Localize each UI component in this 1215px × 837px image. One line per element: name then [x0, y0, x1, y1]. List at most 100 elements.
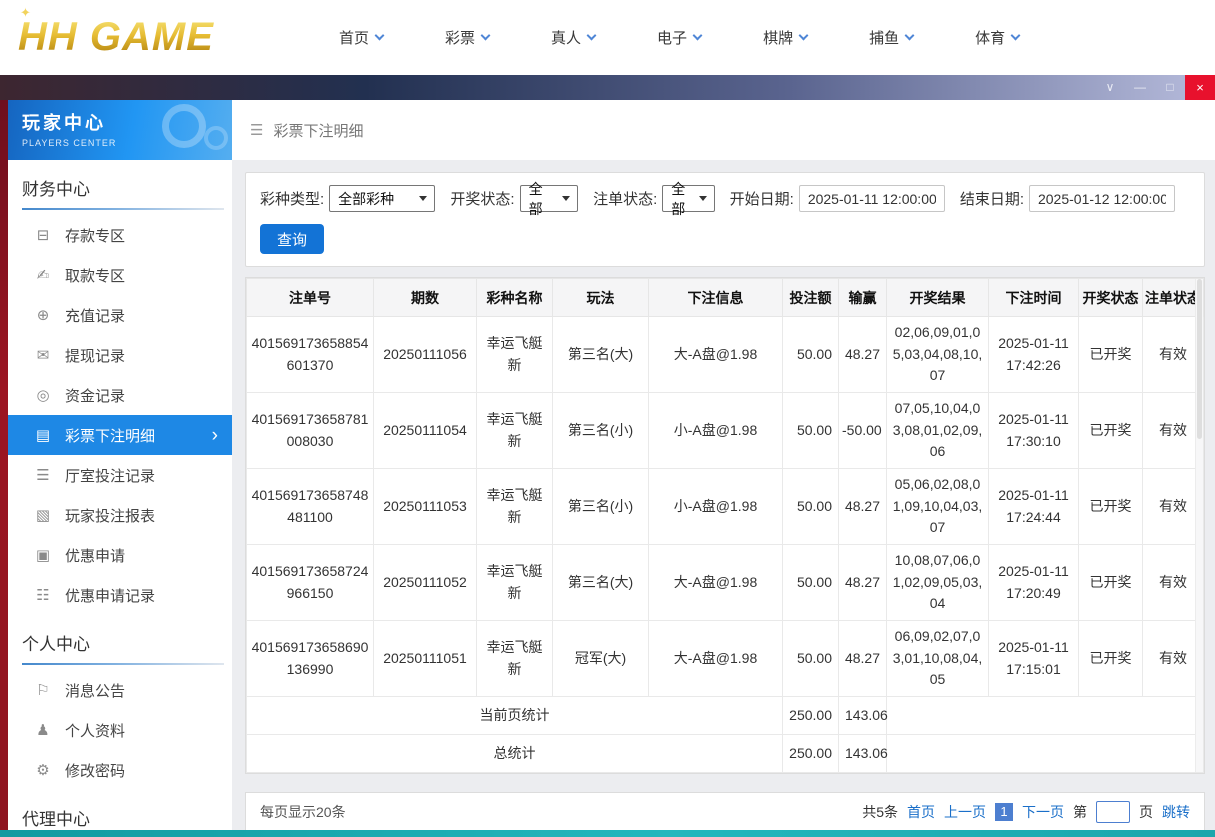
nav-item-live-casino[interactable]: 真人 — [551, 27, 597, 48]
logo-text: HH GAME — [18, 15, 214, 59]
prev-page-link[interactable]: 上一页 — [944, 802, 986, 822]
table-cell: 50.00 — [782, 392, 839, 469]
sidebar-item-label: 修改密码 — [65, 762, 126, 780]
window-maximize-button[interactable]: □ — [1155, 75, 1185, 100]
chevron-down-icon — [798, 30, 809, 41]
sidebar-item-announcements[interactable]: ⚐ 消息公告 — [8, 670, 232, 710]
window-minimize-button[interactable]: — — [1125, 75, 1155, 100]
lottery-bet-icon: ▤ — [35, 427, 51, 444]
table-cell: 48.27 — [838, 316, 887, 393]
sidebar-item-promo-apply-records[interactable]: ☷ 优惠申请记录 — [8, 575, 232, 615]
sidebar-item-lottery-bet-details[interactable]: ▤ 彩票下注明细 › — [8, 415, 232, 455]
pagination-bar: 每页显示20条 共5条 首页 上一页 1 下一页 第 页 跳转 — [245, 792, 1205, 832]
nav-item-sports[interactable]: 体育 — [975, 27, 1021, 48]
table-cell: 401569173658854601370 — [246, 316, 374, 393]
content-area: 彩种类型: 全部彩种 开奖状态: 全部 注单状态: 全部 开始日期: 2025-… — [232, 160, 1215, 832]
table-scrollbar[interactable] — [1195, 279, 1203, 772]
summary-win-loss-total: 143.06 — [838, 734, 888, 773]
sidebar-item-label: 提现记录 — [65, 347, 126, 365]
nav-item-label: 捕鱼 — [869, 30, 900, 47]
nav-item-fishing[interactable]: 捕鱼 — [869, 27, 915, 48]
sparkle-icon: ✦ — [20, 5, 32, 20]
chevron-down-icon — [1010, 30, 1021, 41]
nav-item-lottery[interactable]: 彩票 — [445, 27, 491, 48]
table-cell: 幸运飞艇新 — [476, 468, 553, 545]
table-cell: 已开奖 — [1078, 620, 1143, 697]
recharge-icon: ⊕ — [36, 307, 50, 324]
sidebar-item-player-bet-report[interactable]: ▧ 玩家投注报表 — [8, 495, 232, 535]
table-header-cell: 投注额 — [782, 278, 839, 317]
table-row: 401569173658748481100 20250111053 幸运飞艇新 第三名… — [246, 468, 1204, 545]
chevron-down-icon — [692, 30, 703, 41]
sidebar-item-change-password[interactable]: ⚙ 修改密码 — [8, 750, 232, 790]
table-cell: 50.00 — [782, 468, 839, 545]
jump-button[interactable]: 跳转 — [1162, 802, 1190, 822]
promo-icon: ▣ — [35, 547, 51, 564]
first-page-link[interactable]: 首页 — [907, 802, 935, 822]
summary-bet-total: 250.00 — [782, 734, 839, 773]
cashout-icon: ✉ — [36, 347, 50, 364]
table-header-cell: 开奖状态 — [1078, 278, 1143, 317]
table-cell: 幸运飞艇新 — [476, 392, 553, 469]
sidebar-item-recharge-records[interactable]: ⊕ 充值记录 — [8, 295, 232, 335]
next-page-link[interactable]: 下一页 — [1022, 802, 1064, 822]
table-cell: 大-A盘@1.98 — [648, 544, 783, 621]
table-cell: 大-A盘@1.98 — [648, 316, 783, 393]
table-cell: 小-A盘@1.98 — [648, 392, 783, 469]
bet-table: 注单号 期数 彩种名称 玩法 下注信息 投注额 输赢 开奖结果 下注时间 开奖状态 注单状态 401… — [246, 278, 1204, 773]
total-count-text: 共5条 — [862, 804, 898, 820]
table-cell: 401569173658690136990 — [246, 620, 374, 697]
filter-panel: 彩种类型: 全部彩种 开奖状态: 全部 注单状态: 全部 开始日期: 2025-… — [245, 172, 1205, 267]
site-logo[interactable]: ✦ HH GAME — [18, 5, 283, 60]
sidebar-item-deposit-zone[interactable]: ⊟ 存款专区 — [8, 215, 232, 255]
table-cell: 小-A盘@1.98 — [648, 468, 783, 545]
table-cell: 2025-01-11 17:42:26 — [988, 316, 1079, 393]
table-header-cell: 开奖结果 — [886, 278, 989, 317]
hall-bet-icon: ☰ — [36, 467, 50, 484]
table-header-cell: 下注时间 — [988, 278, 1079, 317]
table-row: 401569173658690136990 20250111051 幸运飞艇新 冠军(… — [246, 620, 1204, 697]
filter-actions: 查询 — [260, 224, 1190, 254]
page-jump-input[interactable] — [1096, 801, 1130, 823]
table-row: 401569173658724966150 20250111052 幸运飞艇新 第三名… — [246, 544, 1204, 621]
jump-suffix: 页 — [1139, 804, 1153, 820]
menu-toggle-icon[interactable]: ☰ — [250, 121, 263, 139]
nav-item-label: 棋牌 — [763, 30, 794, 47]
table-cell: 48.27 — [838, 620, 887, 697]
table-cell: 48.27 — [838, 544, 887, 621]
sidebar-item-withdraw-zone[interactable]: ✍ 取款专区 — [8, 255, 232, 295]
table-cell: 48.27 — [838, 468, 887, 545]
window-close-button[interactable]: × — [1185, 75, 1215, 100]
chevron-down-icon — [480, 30, 491, 41]
sidebar-item-cashout-records[interactable]: ✉ 提现记录 — [8, 335, 232, 375]
scrollbar-thumb[interactable] — [1197, 279, 1202, 439]
table-cell: 02,06,09,01,05,03,04,08,10,07 — [886, 316, 989, 393]
table-cell: 401569173658724966150 — [246, 544, 374, 621]
search-button[interactable]: 查询 — [260, 224, 325, 254]
order-status-select[interactable]: 全部 — [662, 181, 715, 217]
app-body: 玩家中心 PLAYERS CENTER 财务中心 ⊟ 存款专区 ✍ 取款专区 ⊕ 充值记录 ✉… — [0, 100, 1215, 832]
end-date-input[interactable] — [1028, 185, 1175, 212]
bet-table-panel: 注单号 期数 彩种名称 玩法 下注信息 投注额 输赢 开奖结果 下注时间 开奖状态 注单状态 401… — [245, 277, 1205, 774]
lottery-type-select[interactable]: 全部彩种 — [329, 185, 436, 212]
nav-item-board-games[interactable]: 棋牌 — [763, 27, 809, 48]
sidebar-item-hall-bet-records[interactable]: ☰ 厅室投注记录 — [8, 455, 232, 495]
chevron-down-icon — [419, 196, 428, 201]
draw-status-select[interactable]: 全部 — [519, 181, 579, 217]
current-page[interactable]: 1 — [995, 803, 1013, 821]
sidebar-item-label: 彩票下注明细 — [65, 427, 156, 445]
start-date-input[interactable] — [798, 185, 945, 212]
sidebar-item-promo-apply[interactable]: ▣ 优惠申请 — [8, 535, 232, 575]
sidebar-item-profile[interactable]: ♟ 个人资料 — [8, 710, 232, 750]
sidebar-item-funds-records[interactable]: ◎ 资金记录 — [8, 375, 232, 415]
draw-status-label: 开奖状态: — [450, 191, 515, 208]
start-date-label: 开始日期: — [729, 191, 794, 208]
table-header-cell: 输赢 — [838, 278, 887, 317]
table-header-cell: 下注信息 — [648, 278, 783, 317]
nav-item-slots[interactable]: 电子 — [657, 27, 703, 48]
chevron-down-icon — [562, 196, 571, 201]
table-cell: 10,08,07,06,01,02,09,05,03,04 — [886, 544, 989, 621]
nav-item-home[interactable]: 首页 — [339, 27, 385, 48]
window-chevron-button[interactable]: ∨ — [1095, 75, 1125, 100]
summary-label: 当前页统计 — [246, 696, 783, 735]
